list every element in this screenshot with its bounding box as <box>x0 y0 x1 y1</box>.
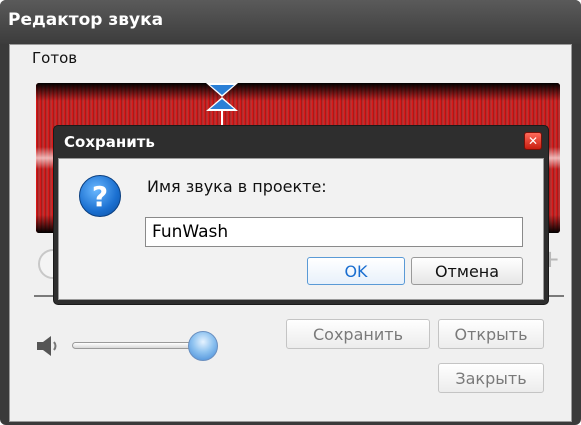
close-icon[interactable]: ✕ <box>524 132 542 150</box>
sound-name-label: Имя звука в проекте: <box>147 177 327 196</box>
question-icon: ? <box>79 175 121 217</box>
window-title: Редактор звука <box>0 0 581 44</box>
volume-speaker-icon <box>37 336 57 356</box>
save-button[interactable]: Сохранить <box>286 319 430 349</box>
cancel-button[interactable]: Отмена <box>411 257 523 285</box>
sound-editor-window: Редактор звука Готов + Сохранить Открыть… <box>0 0 581 425</box>
sound-name-input[interactable] <box>145 217 523 247</box>
open-button[interactable]: Открыть <box>438 319 544 349</box>
dialog-title: Сохранить <box>64 133 155 151</box>
dialog-body: ? Имя звука в проекте: OK Отмена <box>58 158 544 300</box>
volume-slider-thumb[interactable] <box>188 331 219 361</box>
status-text: Готов <box>32 49 78 67</box>
close-button[interactable]: Закрыть <box>438 363 544 393</box>
save-dialog: Сохранить ✕ ? Имя звука в проекте: OK От… <box>54 126 548 304</box>
ok-button[interactable]: OK <box>307 257 405 285</box>
